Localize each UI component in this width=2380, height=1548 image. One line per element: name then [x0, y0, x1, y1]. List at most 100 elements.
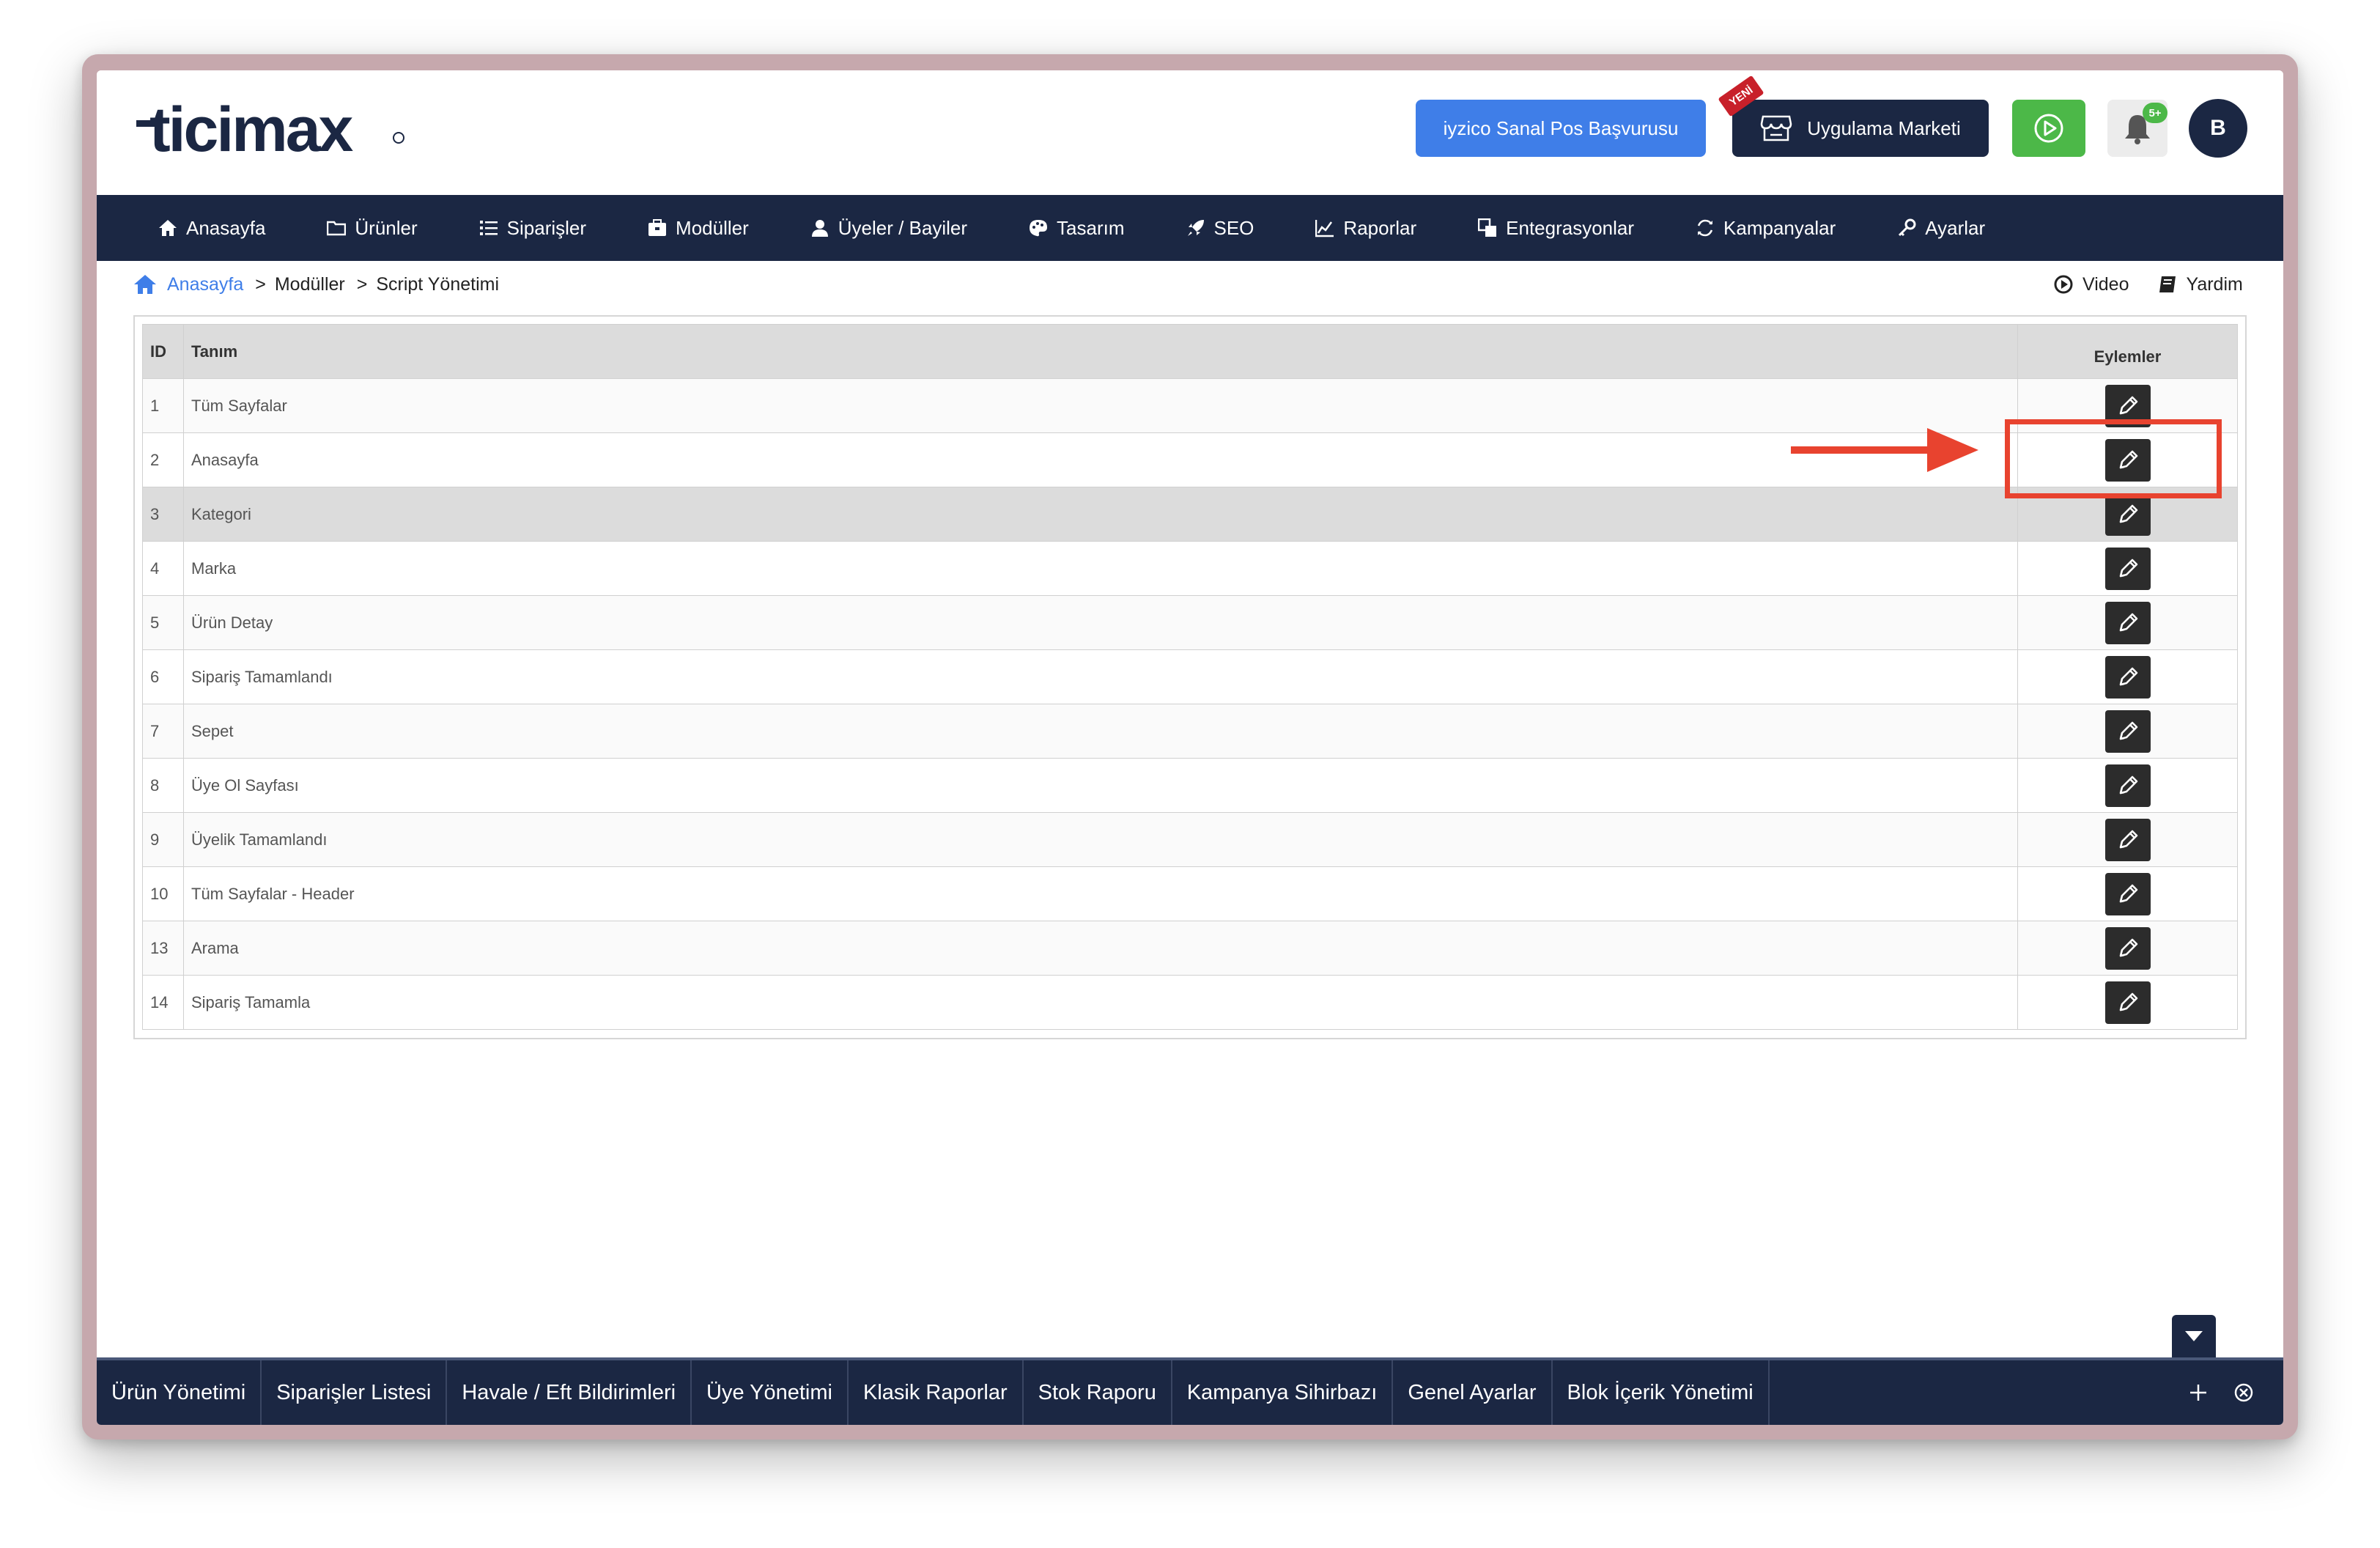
nav-item-ayarlar[interactable]: Ayarlar: [1897, 217, 1985, 240]
close-circle-icon[interactable]: [2233, 1382, 2254, 1403]
cell-id: 3: [142, 487, 184, 542]
table-row[interactable]: 6 Sipariş Tamamlandı: [142, 649, 2238, 704]
edit-button[interactable]: [2104, 601, 2151, 644]
table-row[interactable]: 1 Tüm Sayfalar: [142, 378, 2238, 433]
edit-button[interactable]: [2104, 710, 2151, 753]
main-nav: Anasayfa Ürünler Siparişler Modüller Üye…: [97, 195, 2283, 261]
nav-item-entegrasyonlar[interactable]: Entegrasyonlar: [1478, 217, 1634, 240]
quickbar-tab[interactable]: Ürün Yönetimi: [97, 1360, 262, 1425]
notification-count-badge: 5+: [2143, 103, 2168, 123]
quickbar-controls: [2188, 1360, 2254, 1425]
home-icon: [134, 275, 156, 294]
column-header-id[interactable]: ID: [142, 324, 184, 379]
nav-item-raporlar[interactable]: Raporlar: [1315, 217, 1416, 240]
caret-down-icon: [2185, 1331, 2203, 1341]
list-icon: [479, 221, 498, 235]
nav-item-uyeler[interactable]: Üyeler / Bayiler: [810, 217, 967, 240]
nav-item-urunler[interactable]: Ürünler: [327, 217, 418, 240]
nav-label: Entegrasyonlar: [1506, 216, 1635, 239]
table-row[interactable]: 14 Sipariş Tamamla: [142, 975, 2238, 1030]
edit-button[interactable]: [2104, 981, 2151, 1024]
table-row[interactable]: 7 Sepet: [142, 704, 2238, 759]
cell-id: 4: [142, 541, 184, 596]
edit-button[interactable]: [2104, 926, 2151, 970]
svg-text:ticimax: ticimax: [149, 95, 354, 165]
cell-name: Tüm Sayfalar - Header: [183, 866, 2018, 921]
plus-icon[interactable]: [2188, 1382, 2209, 1403]
quickbar-tab[interactable]: Siparişler Listesi: [262, 1360, 448, 1425]
nav-item-anasayfa[interactable]: Anasayfa: [158, 217, 265, 240]
table-row[interactable]: 9 Üyelik Tamamlandı: [142, 812, 2238, 867]
app-market-label: Uygulama Marketi: [1807, 117, 1961, 139]
pencil-icon: [2119, 721, 2137, 740]
cell-name: Sepet: [183, 704, 2018, 759]
table-row[interactable]: 4 Marka: [142, 541, 2238, 596]
browser-window: ticimax iyzico Sanal Pos Başvurusu Uygul…: [82, 54, 2298, 1440]
breadcrumb-home-link[interactable]: Anasayfa: [133, 274, 243, 295]
nav-item-siparisler[interactable]: Siparişler: [479, 217, 586, 240]
nav-label: Kampanyalar: [1723, 216, 1836, 239]
cell-actions: [2017, 921, 2238, 976]
breadcrumb-modules[interactable]: Modüller: [275, 274, 345, 295]
ticimax-logo[interactable]: ticimax: [133, 92, 412, 173]
quickbar-tab[interactable]: Kampanya Sihirbazı: [1172, 1360, 1394, 1425]
edit-button[interactable]: [2104, 655, 2151, 699]
edit-button[interactable]: [2104, 818, 2151, 861]
cell-name: Anasayfa: [183, 432, 2018, 487]
annotation-arrow: [1791, 428, 1978, 472]
table-row[interactable]: 3 Kategori: [142, 487, 2238, 542]
quickbar-tab[interactable]: Klasik Raporlar: [849, 1360, 1024, 1425]
cell-actions: [2017, 866, 2238, 921]
table-row[interactable]: 8 Üye Ol Sayfası: [142, 758, 2238, 813]
nav-label: Üyeler / Bayiler: [838, 216, 968, 239]
play-circle-icon: [2034, 114, 2063, 143]
column-header-actions: Eylemler: [2017, 324, 2238, 379]
cell-name: Sipariş Tamamlandı: [183, 649, 2018, 704]
cell-name: Kategori: [183, 487, 2018, 542]
quickbar-tab[interactable]: Üye Yönetimi: [692, 1360, 849, 1425]
breadcrumb: Anasayfa > Modüller > Script Yönetimi: [133, 270, 499, 299]
user-avatar[interactable]: B: [2189, 99, 2247, 158]
iyzico-pos-button[interactable]: iyzico Sanal Pos Başvurusu: [1416, 100, 1706, 157]
help-link[interactable]: Yardim: [2157, 274, 2243, 295]
page-help-links: Video Yardim: [2053, 270, 2243, 299]
column-header-name[interactable]: Tanım: [183, 324, 2018, 379]
cell-name: Üyelik Tamamlandı: [183, 812, 2018, 867]
cell-id: 13: [142, 921, 184, 976]
cell-name: Sipariş Tamamla: [183, 975, 2018, 1030]
cell-actions: [2017, 975, 2238, 1030]
nav-item-kampanyalar[interactable]: Kampanyalar: [1696, 217, 1836, 240]
nav-label: Siparişler: [506, 216, 587, 239]
edit-button[interactable]: [2104, 493, 2151, 536]
edit-button[interactable]: [2104, 764, 2151, 807]
table-row[interactable]: 5 Ürün Detay: [142, 595, 2238, 650]
cell-id: 14: [142, 975, 184, 1030]
quickbar-tab[interactable]: Stok Raporu: [1024, 1360, 1172, 1425]
cell-name: Arama: [183, 921, 2018, 976]
edit-button[interactable]: [2104, 872, 2151, 915]
nav-item-seo[interactable]: SEO: [1186, 217, 1254, 240]
quickbar-tab[interactable]: Blok İçerik Yönetimi: [1553, 1360, 1770, 1425]
store-icon: [1760, 115, 1792, 141]
pencil-icon: [2119, 938, 2137, 957]
nav-item-moduller[interactable]: Modüller: [648, 217, 749, 240]
integration-icon: [1478, 218, 1497, 237]
header: ticimax iyzico Sanal Pos Başvurusu Uygul…: [97, 70, 2283, 195]
table-row[interactable]: 13 Arama: [142, 921, 2238, 976]
play-video-button[interactable]: [2012, 100, 2085, 157]
pencil-icon: [2119, 396, 2137, 414]
nav-item-tasarim[interactable]: Tasarım: [1029, 216, 1125, 240]
app-root: ticimax iyzico Sanal Pos Başvurusu Uygul…: [97, 70, 2283, 1425]
table-header-row: ID Tanım Eylemler: [142, 324, 2238, 379]
collapse-quickbar-button[interactable]: [2172, 1315, 2216, 1357]
app-market-button[interactable]: Uygulama Marketi: [1732, 100, 1989, 157]
edit-button[interactable]: [2104, 547, 2151, 590]
quickbar-tab[interactable]: Genel Ayarlar: [1393, 1360, 1553, 1425]
table-row[interactable]: 10 Tüm Sayfalar - Header: [142, 866, 2238, 921]
cell-id: 10: [142, 866, 184, 921]
cell-name: Ürün Detay: [183, 595, 2018, 650]
cell-actions: [2017, 704, 2238, 759]
video-link[interactable]: Video: [2053, 274, 2129, 295]
nav-label: Tasarım: [1057, 216, 1125, 239]
quickbar-tab[interactable]: Havale / Eft Bildirimleri: [447, 1360, 692, 1425]
